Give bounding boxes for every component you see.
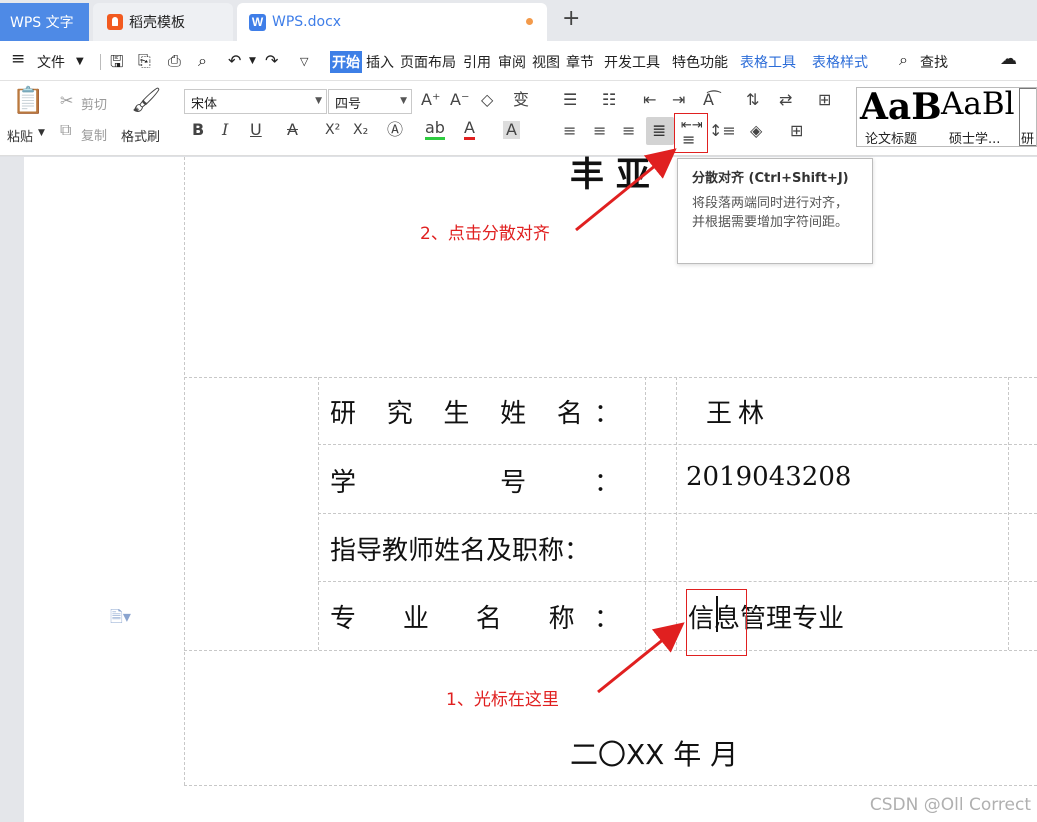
watermark: CSDN @Oll Correct xyxy=(869,795,1031,815)
arrow-to-cursor xyxy=(597,622,685,694)
arrow-to-button xyxy=(575,148,677,232)
annotation-arrows xyxy=(575,148,685,694)
